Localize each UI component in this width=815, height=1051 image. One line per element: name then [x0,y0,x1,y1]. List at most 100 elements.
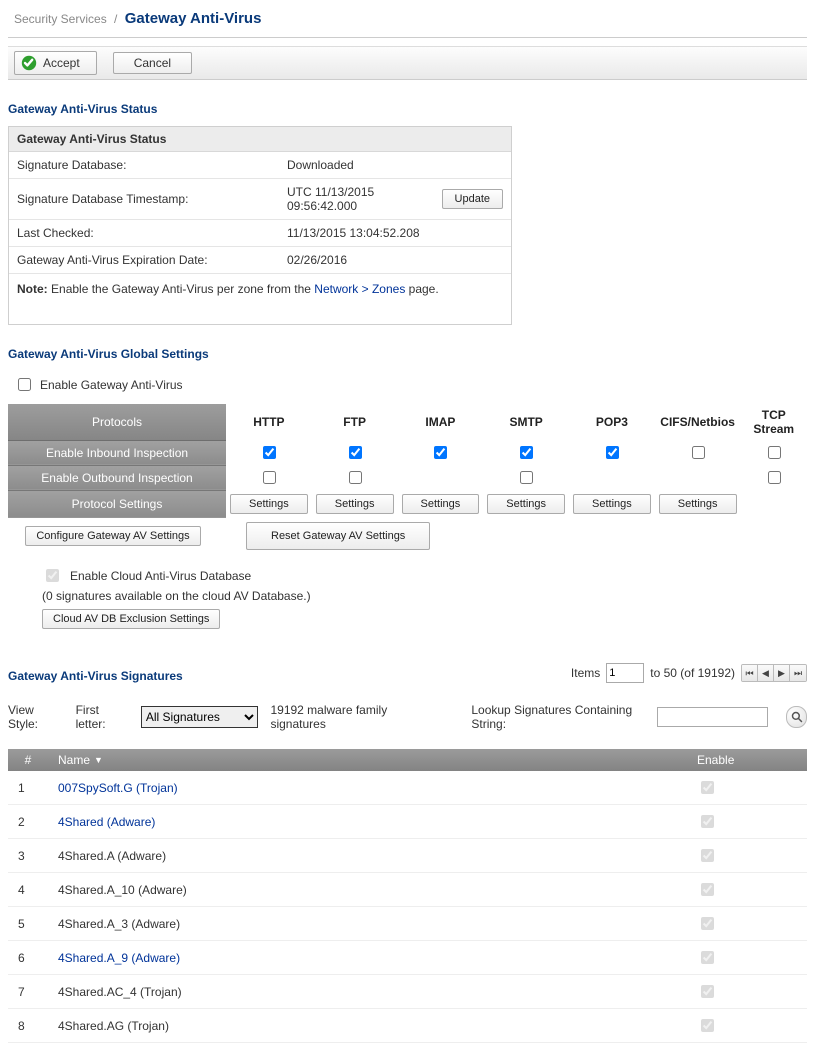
prev-page-button[interactable]: ◀ [758,665,774,681]
signature-enable-checkbox[interactable] [701,815,714,828]
status-row-lastchecked: Last Checked: 11/13/2015 13:04:52.208 [9,220,511,247]
outbound-tcpstream-checkbox[interactable] [768,471,781,484]
lookup-input[interactable] [657,707,768,727]
reset-gav-button[interactable]: Reset Gateway AV Settings [246,522,430,550]
row-name-cell: 4Shared (Adware) [48,805,687,839]
signature-enable-checkbox[interactable] [701,781,714,794]
table-row: 34Shared.A (Adware) [8,839,807,873]
value-ts: UTC 11/13/2015 09:56:42.000 [287,185,432,213]
row-name-cell: 4Shared.A (Adware) [48,839,687,873]
row-enable-cell [687,839,807,873]
first-page-button[interactable]: ⏮ [742,665,758,681]
note-text-a: Enable the Gateway Anti-Virus per zone f… [51,282,314,296]
enable-gateway-av-label: Enable Gateway Anti-Virus [40,378,183,392]
row-number: 3 [8,839,48,873]
network-zones-link[interactable]: Network > Zones [314,282,405,296]
signature-link[interactable]: 007SpySoft.G (Trojan) [58,781,178,795]
signatures-top: Gateway Anti-Virus Signatures Items to 5… [8,663,807,683]
inbound-tcp-checkbox[interactable] [768,446,781,459]
cancel-button[interactable]: Cancel [113,52,192,74]
settings-smtp-button[interactable]: Settings [487,494,565,514]
value-sigdb: Downloaded [287,158,354,172]
first-letter-select[interactable]: All Signatures [141,706,259,728]
last-page-button[interactable]: ⏭ [790,665,806,681]
divider [8,37,807,38]
table-row: 24Shared (Adware) [8,805,807,839]
row-protocol-settings-label: Protocol Settings [8,490,226,518]
row-outbound: Enable Outbound Inspection [8,465,807,490]
paging-controls: Items to 50 (of 19192) ⏮ ◀ ▶ ⏭ [571,663,807,683]
col-ftp: FTP [312,404,398,440]
signature-link[interactable]: 4Shared (Adware) [58,815,155,829]
search-button[interactable] [786,706,807,728]
accept-button[interactable]: Accept [14,51,97,75]
inbound-cifs-checkbox[interactable] [692,446,705,459]
breadcrumb-separator: / [114,12,117,26]
row-name-cell: 007SpySoft.G (Trojan) [48,771,687,805]
breadcrumb-parent: Security Services [14,12,107,26]
enable-cloud-av-checkbox[interactable] [46,569,59,582]
signature-name: 4Shared.A_3 (Adware) [58,917,180,931]
inbound-ftp-checkbox[interactable] [349,446,362,459]
configure-gav-button[interactable]: Configure Gateway AV Settings [25,526,200,546]
col-name-label: Name [58,753,90,767]
row-enable-cell [687,975,807,1009]
label-ts: Signature Database Timestamp: [17,192,287,206]
outbound-http-checkbox[interactable] [263,471,276,484]
update-button[interactable]: Update [442,189,503,209]
row-name-cell: 4Shared.AC_4 (Trojan) [48,975,687,1009]
signature-enable-checkbox[interactable] [701,951,714,964]
signature-enable-checkbox[interactable] [701,917,714,930]
outbound-ftp-checkbox[interactable] [349,471,362,484]
row-number: 8 [8,1009,48,1043]
row-name-cell: 4Shared.A_3 (Adware) [48,907,687,941]
status-box-header: Gateway Anti-Virus Status [9,127,511,152]
settings-http-button[interactable]: Settings [230,494,308,514]
next-page-button[interactable]: ▶ [774,665,790,681]
row-name-cell: 4Shared.AG (Trojan) [48,1009,687,1043]
page-from-input[interactable] [606,663,644,683]
inbound-http-checkbox[interactable] [263,446,276,459]
check-circle-icon [21,55,37,71]
signature-enable-checkbox[interactable] [701,883,714,896]
col-smtp: SMTP [483,404,569,440]
inbound-pop3-checkbox[interactable] [606,446,619,459]
enable-gateway-av-checkbox[interactable] [18,378,31,391]
items-label: Items [571,666,600,680]
row-number: 4 [8,873,48,907]
inbound-smtp-checkbox[interactable] [520,446,533,459]
col-http: HTTP [226,404,312,440]
signature-name: 4Shared.AG (Trojan) [58,1019,169,1033]
signature-enable-checkbox[interactable] [701,1019,714,1032]
status-note: Note: Enable the Gateway Anti-Virus per … [9,274,511,324]
status-row-sigdb: Signature Database: Downloaded [9,152,511,179]
signature-link[interactable]: 4Shared.A_9 (Adware) [58,951,180,965]
row-enable-cell [687,1009,807,1043]
view-style-label: View Style: [8,703,64,731]
enable-gateway-av-row: Enable Gateway Anti-Virus [14,375,807,394]
settings-ftp-button[interactable]: Settings [316,494,394,514]
section-heading-global: Gateway Anti-Virus Global Settings [8,347,807,361]
settings-imap-button[interactable]: Settings [402,494,480,514]
settings-pop3-button[interactable]: Settings [573,494,651,514]
outbound-smtp-checkbox[interactable] [520,471,533,484]
signature-enable-checkbox[interactable] [701,985,714,998]
signature-count: 19192 malware family signatures [270,703,435,731]
status-row-ts: Signature Database Timestamp: UTC 11/13/… [9,179,511,220]
settings-cifsnetbios-button[interactable]: Settings [659,494,737,514]
table-row: 74Shared.AC_4 (Trojan) [8,975,807,1009]
section-heading-signatures: Gateway Anti-Virus Signatures [8,669,183,683]
signature-enable-checkbox[interactable] [701,849,714,862]
row-inbound-label: Enable Inbound Inspection [8,440,226,465]
value-exp: 02/26/2016 [287,253,347,267]
inbound-imap-checkbox[interactable] [434,446,447,459]
signatures-table: # Name ▼ Enable 1007SpySoft.G (Trojan)24… [8,749,807,1043]
table-row: 8 4Shared.AG (Trojan) [8,1009,807,1043]
col-num-header: # [8,749,48,771]
table-row: 1007SpySoft.G (Trojan) [8,771,807,805]
cloud-signatures-counter: (0 signatures available on the cloud AV … [42,589,807,603]
signature-name: 4Shared.AC_4 (Trojan) [58,985,182,999]
cloud-exclusion-button[interactable]: Cloud AV DB Exclusion Settings [42,609,220,629]
col-name-header[interactable]: Name ▼ [48,749,687,771]
label-sigdb: Signature Database: [17,158,287,172]
